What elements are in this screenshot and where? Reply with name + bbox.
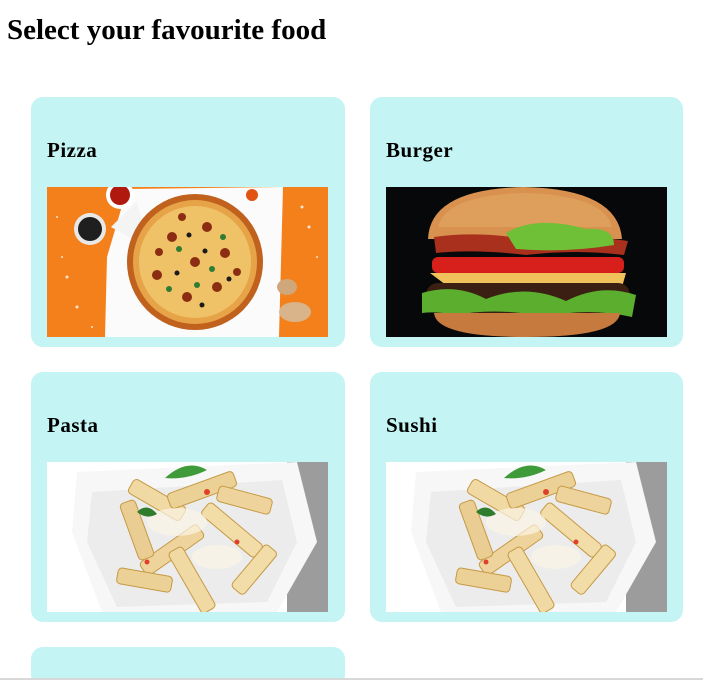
food-grid: Pizza Burger Pasta Sushi <box>31 97 683 680</box>
pizza-image <box>47 187 328 337</box>
food-card-title: Pizza <box>47 138 98 162</box>
food-card-title: Sushi <box>386 413 438 437</box>
food-card-title: Burger <box>386 138 454 162</box>
food-card-partial[interactable] <box>31 647 345 680</box>
food-card-burger[interactable]: Burger <box>370 97 683 347</box>
pasta-image <box>47 462 328 612</box>
food-card-pizza[interactable]: Pizza <box>31 97 345 347</box>
food-card-pasta[interactable]: Pasta <box>31 372 345 622</box>
page-title: Select your favourite food <box>7 14 327 46</box>
food-card-title: Pasta <box>47 413 99 437</box>
sushi-image <box>386 462 667 612</box>
burger-image <box>386 187 667 337</box>
food-card-sushi[interactable]: Sushi <box>370 372 683 622</box>
